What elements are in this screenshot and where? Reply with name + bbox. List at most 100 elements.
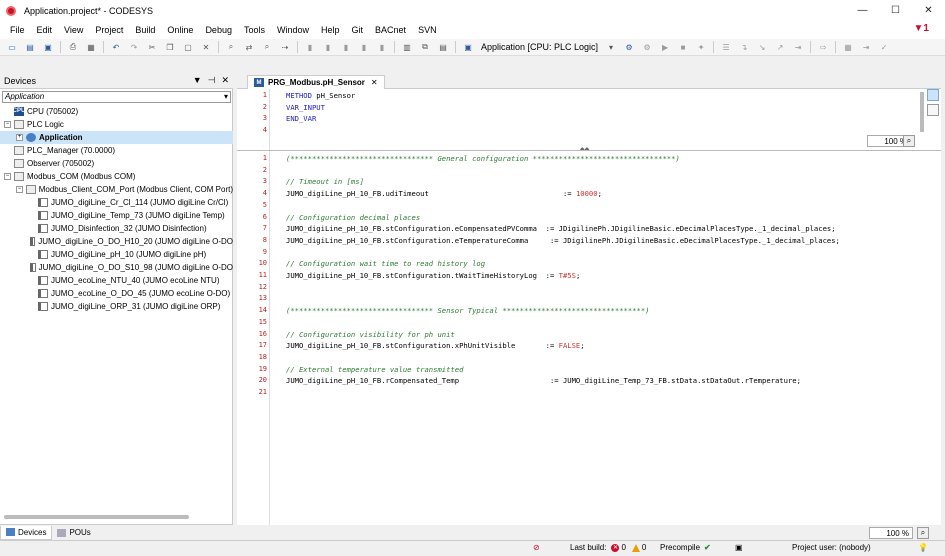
- zoom-icon[interactable]: ⌕: [903, 135, 915, 147]
- print-icon[interactable]: ⎙: [66, 41, 80, 53]
- print-preview-icon[interactable]: ▦: [84, 41, 98, 53]
- collapse-icon[interactable]: −: [4, 173, 11, 180]
- step-into-icon[interactable]: ↘: [755, 41, 769, 53]
- logout-icon[interactable]: ⚙: [640, 41, 654, 53]
- pin-icon[interactable]: ⊣: [208, 75, 216, 86]
- tree-item[interactable]: JUMO_digiLine_Cr_Cl_114 (JUMO digiLine C…: [0, 196, 233, 209]
- active-application-label[interactable]: Application [CPU: PLC Logic]: [481, 42, 598, 52]
- tree-item[interactable]: CPU CPU (705002): [0, 105, 233, 118]
- application-selector[interactable]: Application ▾: [2, 91, 231, 103]
- paste-icon[interactable]: ▢: [181, 41, 195, 53]
- menu-file[interactable]: File: [4, 25, 31, 35]
- declaration-editor[interactable]: 100 % ⌕ 1 METHOD pH_Sensor 2 VAR_INPUT 3 END_…: [237, 89, 941, 150]
- horizontal-scrollbar[interactable]: [4, 515, 189, 519]
- tree-item[interactable]: JUMO_digiLine_pH_10 (JUMO digiLine pH): [0, 248, 233, 261]
- unforce-values-icon[interactable]: ⇥: [859, 41, 873, 53]
- login-icon[interactable]: ⚙: [622, 41, 636, 53]
- generate-code-icon[interactable]: ▤: [436, 41, 450, 53]
- lightbulb-icon[interactable]: 💡: [918, 543, 928, 552]
- panel-close-icon[interactable]: ✕: [221, 75, 229, 86]
- menu-view[interactable]: View: [58, 25, 89, 35]
- tree-item[interactable]: JUMO_ecoLine_NTU_40 (JUMO ecoLine NTU): [0, 274, 233, 287]
- tree-item[interactable]: − Modbus_COM (Modbus COM): [0, 170, 233, 183]
- tab-pous[interactable]: POUs: [52, 526, 95, 540]
- expand-icon[interactable]: +: [16, 134, 23, 141]
- minimize-button[interactable]: —: [846, 0, 879, 21]
- bookmark-next-icon[interactable]: ▮: [321, 41, 335, 53]
- menu-build[interactable]: Build: [129, 25, 161, 35]
- close-button[interactable]: ✕: [912, 0, 945, 21]
- menu-git[interactable]: Git: [346, 25, 370, 35]
- message-flag-icon[interactable]: ▼1: [914, 23, 929, 34]
- bookmark-clear-icon[interactable]: ▮: [357, 41, 371, 53]
- implementation-editor[interactable]: 100 % ⌕ 1 (******************************…: [237, 150, 941, 539]
- run-to-cursor-icon[interactable]: ⇥: [791, 41, 805, 53]
- collapse-icon[interactable]: −: [16, 186, 23, 193]
- redo-icon[interactable]: ↷: [127, 41, 141, 53]
- tree-item[interactable]: JUMO_digiLine_ORP_31 (JUMO digiLine ORP): [0, 300, 233, 313]
- tree-item[interactable]: JUMO_Disinfection_32 (JUMO Disinfection): [0, 222, 233, 235]
- maximize-button[interactable]: ☐: [879, 0, 912, 21]
- menu-tools[interactable]: Tools: [238, 25, 271, 35]
- menu-project[interactable]: Project: [89, 25, 129, 35]
- delete-icon[interactable]: ✕: [199, 41, 213, 53]
- bookmark-prev-icon[interactable]: ▮: [339, 41, 353, 53]
- tree-item[interactable]: JUMO_digiLine_O_DO_S10_98 (JUMO digiLine…: [0, 261, 233, 274]
- chevron-down-icon[interactable]: ▾: [224, 92, 228, 102]
- menu-help[interactable]: Help: [315, 25, 346, 35]
- menu-debug[interactable]: Debug: [199, 25, 238, 35]
- stop-icon[interactable]: ■: [676, 41, 690, 53]
- implementation-zoom[interactable]: 100 %: [869, 527, 913, 539]
- undo-icon[interactable]: ↶: [109, 41, 123, 53]
- online-status-icon[interactable]: ⊘: [533, 543, 540, 552]
- build-icon[interactable]: ▥: [400, 41, 414, 53]
- step-over-icon[interactable]: ↴: [737, 41, 751, 53]
- rebuild-icon[interactable]: ⧉: [418, 41, 432, 53]
- bookmark-icon[interactable]: ▮: [303, 41, 317, 53]
- tab-prg-modbus-ph-sensor[interactable]: M PRG_Modbus.pH_Sensor ✕: [247, 75, 385, 89]
- menu-window[interactable]: Window: [271, 25, 315, 35]
- tree-item[interactable]: JUMO_digiLine_Temp_73 (JUMO digiLine Tem…: [0, 209, 233, 222]
- tree-item[interactable]: JUMO_ecoLine_O_DO_45 (JUMO ecoLine O-DO): [0, 287, 233, 300]
- tab-devices[interactable]: Devices: [0, 525, 53, 540]
- menu-edit[interactable]: Edit: [31, 25, 59, 35]
- force-values-icon[interactable]: ▦: [841, 41, 855, 53]
- breakpoint-icon[interactable]: ☰: [719, 41, 733, 53]
- open-project-icon[interactable]: ▤: [23, 41, 37, 53]
- precompile-status[interactable]: Precompile ✔: [660, 543, 711, 552]
- cut-icon[interactable]: ✂: [145, 41, 159, 53]
- collapse-icon[interactable]: −: [4, 121, 11, 128]
- copy-icon[interactable]: ❐: [163, 41, 177, 53]
- start-icon[interactable]: ▶: [658, 41, 672, 53]
- save-icon[interactable]: ▣: [41, 41, 55, 53]
- last-build-status[interactable]: Last build: ✕ 0 0: [570, 543, 646, 552]
- replace-icon[interactable]: ⇄: [242, 41, 256, 53]
- textual-view-icon[interactable]: [927, 89, 939, 101]
- find-icon[interactable]: ⌕: [224, 41, 238, 53]
- application-dropdown-icon[interactable]: ▾: [604, 41, 618, 53]
- project-user-icon[interactable]: ▣: [735, 543, 743, 552]
- tab-close-icon[interactable]: ✕: [371, 78, 378, 87]
- devices-panel: Devices ▼ ⊣ ✕ Application ▾ CPU CPU (7050…: [0, 74, 233, 540]
- tree-item[interactable]: + Application: [0, 131, 233, 144]
- tree-item[interactable]: Observer (705002): [0, 157, 233, 170]
- new-project-icon[interactable]: ▭: [5, 41, 19, 53]
- find-next-icon[interactable]: ⇢: [278, 41, 292, 53]
- panel-dropdown-icon[interactable]: ▼: [193, 75, 202, 86]
- tree-item[interactable]: JUMO_digiLine_O_DO_H10_20 (JUMO digiLine…: [0, 235, 233, 248]
- menu-svn[interactable]: SVN: [412, 25, 443, 35]
- flow-control-icon[interactable]: ✓: [877, 41, 891, 53]
- find-in-project-icon[interactable]: ⌕: [260, 41, 274, 53]
- tabular-view-icon[interactable]: [927, 104, 939, 116]
- bookmark-list-icon[interactable]: ▮: [375, 41, 389, 53]
- zoom-icon[interactable]: ⌕: [917, 527, 929, 539]
- menu-bacnet[interactable]: BACnet: [369, 25, 412, 35]
- tree-item[interactable]: − PLC Logic: [0, 118, 233, 131]
- step-out-icon[interactable]: ↗: [773, 41, 787, 53]
- menu-online[interactable]: Online: [161, 25, 199, 35]
- tree-item[interactable]: − Modbus_Client_COM_Port (Modbus Client, …: [0, 183, 233, 196]
- declaration-vertical-scrollbar[interactable]: [920, 92, 924, 132]
- write-values-icon[interactable]: ⇨: [816, 41, 830, 53]
- tree-item[interactable]: PLC_Manager (70.0000): [0, 144, 233, 157]
- reset-icon[interactable]: ✦: [694, 41, 708, 53]
